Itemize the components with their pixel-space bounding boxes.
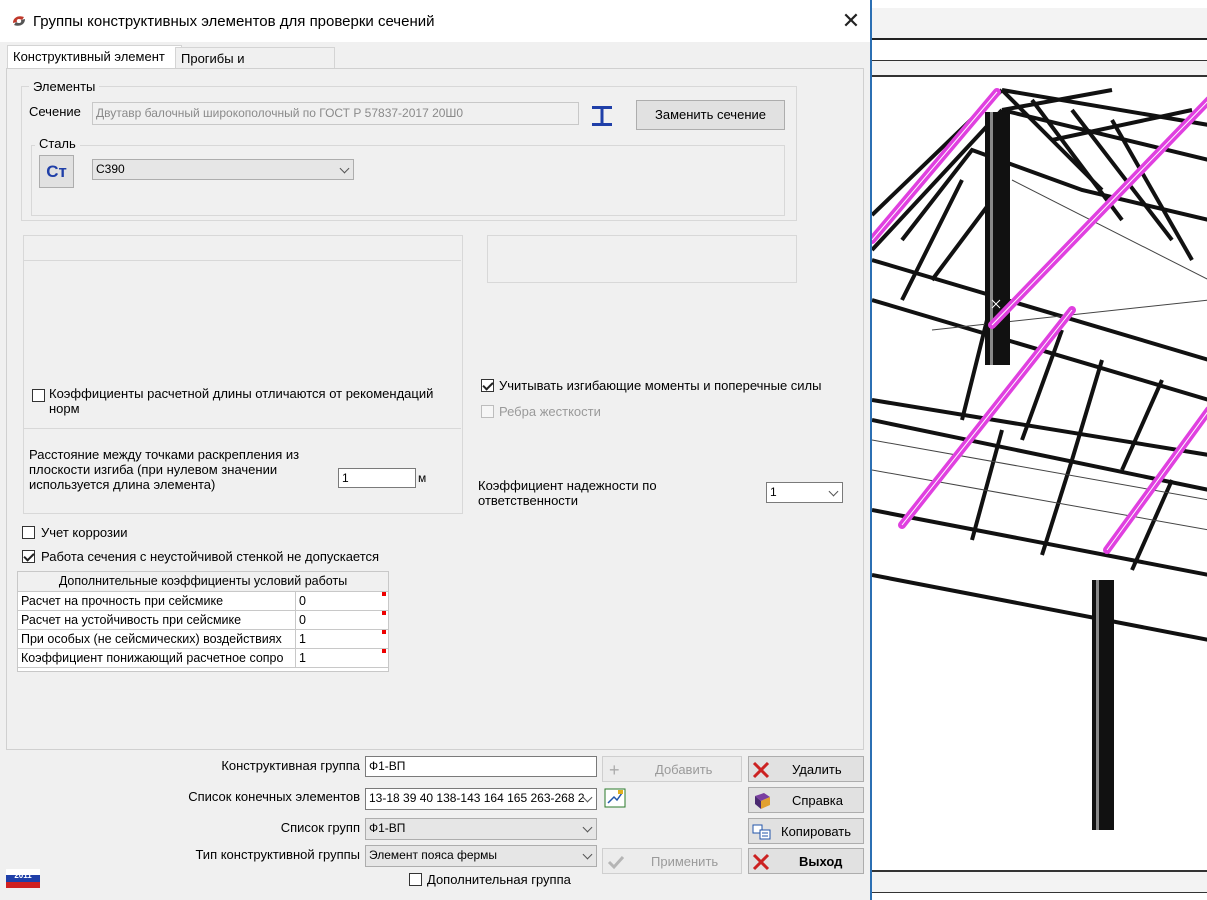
help-button[interactable]: Справка (748, 787, 864, 813)
fe-list-value: 13-18 39 40 138-143 164 165 263-268 2 (369, 791, 585, 805)
additional-group-checkbox[interactable] (409, 873, 422, 886)
type-value: Элемент пояса фермы (369, 848, 498, 862)
truss-model-graphic (872, 88, 1207, 830)
right-top-panel (487, 235, 797, 283)
tab-structural-element[interactable]: Конструктивный элемент (7, 45, 182, 69)
reliability-value: 1 (770, 485, 777, 499)
moments-checkbox[interactable] (481, 379, 494, 392)
chevron-down-icon (339, 163, 350, 174)
delete-button[interactable]: Удалить (748, 756, 864, 782)
coef-row-value[interactable]: 1 (296, 649, 388, 668)
section-field: Двутавр балочный широкополочный по ГОСТ … (92, 102, 579, 125)
exit-button[interactable]: Выход (748, 848, 864, 874)
delete-button-label: Удалить (792, 762, 842, 777)
distance-label: Расстояние между точками раскрепления из… (29, 447, 300, 492)
coef-row-name: Коэффициент понижающий расчетное сопро (18, 649, 296, 668)
steel-group (31, 145, 785, 216)
check-icon (607, 855, 625, 870)
steel-value: С390 (96, 162, 125, 176)
groups-list-combo[interactable]: Ф1-ВП (365, 818, 597, 840)
elements-legend: Элементы (29, 79, 100, 94)
stiffeners-checkbox (481, 405, 494, 418)
apply-button-label: Применить (651, 854, 719, 869)
apply-button: Применить (602, 848, 742, 874)
coef-table: Дополнительные коэффициенты условий рабо… (17, 571, 389, 672)
steel-legend: Сталь (35, 136, 80, 151)
coef-row-name: Расчет на прочность при сейсмике (18, 592, 296, 611)
corrosion-label: Учет коррозии (41, 525, 128, 540)
moments-label: Учитывать изгибающие моменты и поперечны… (499, 378, 822, 393)
edit-marker (382, 630, 386, 634)
title-bar: Группы конструктивных элементов для пров… (0, 0, 870, 42)
unstable-web-checkbox[interactable] (22, 550, 35, 563)
app-logo-icon (13, 16, 25, 26)
tab-deflections[interactable]: Прогибы и перемещения (175, 47, 335, 87)
window-title: Группы конструктивных элементов для пров… (33, 13, 435, 30)
tab-panel: Элементы Сечение Двутавр балочный широко… (6, 68, 864, 750)
steel-select-button[interactable]: Ст (39, 155, 74, 188)
help-button-label: Справка (792, 793, 843, 808)
calc-length-label: Коэффициенты расчетной длины отличаются … (49, 386, 434, 416)
section-label: Сечение (29, 104, 81, 119)
edit-marker (382, 592, 386, 596)
delete-x-icon (752, 761, 770, 779)
distance-input[interactable]: 1 (338, 468, 416, 488)
dialog-window: Группы конструктивных элементов для пров… (0, 0, 870, 900)
copy-button-label: Копировать (781, 824, 851, 839)
coef-table-header: Дополнительные коэффициенты условий рабо… (18, 572, 388, 592)
add-button-label: Добавить (655, 762, 713, 777)
chevron-down-icon (828, 486, 839, 497)
stiffeners-label: Ребра жесткости (499, 404, 601, 419)
fe-list-label: Список конечных элементов (188, 789, 360, 804)
edit-marker (382, 649, 386, 653)
coef-row-name: При особых (не сейсмических) воздействия… (18, 630, 296, 649)
groups-list-label: Список групп (280, 820, 360, 835)
chevron-down-icon (582, 822, 593, 833)
unstable-web-label: Работа сечения с неустойчивой стенкой не… (41, 549, 380, 564)
exit-x-icon (752, 853, 770, 871)
coef-row-value[interactable]: 1 (296, 630, 388, 649)
model-viewport[interactable] (870, 0, 1207, 900)
coef-row-name: Расчет на устойчивость при сейсмике (18, 611, 296, 630)
edit-marker (382, 611, 386, 615)
additional-group-label: Дополнительная группа (427, 872, 571, 887)
copy-button[interactable]: Копировать (748, 818, 864, 844)
group-label: Конструктивная группа (221, 758, 360, 773)
type-combo[interactable]: Элемент пояса фермы (365, 845, 597, 867)
version-text: 2011 (14, 871, 32, 880)
fe-list-combo[interactable]: 13-18 39 40 138-143 164 165 263-268 2 (365, 788, 597, 810)
add-button: + Добавить (602, 756, 742, 782)
steel-combo[interactable]: С390 (92, 159, 354, 180)
select-elements-icon[interactable] (604, 788, 626, 808)
viewport-status-strip (872, 870, 1207, 893)
chevron-down-icon (582, 849, 593, 860)
reliability-label: Коэффициент надежности по ответственност… (478, 478, 657, 508)
calc-length-checkbox[interactable] (32, 389, 45, 402)
plus-icon: + (609, 760, 620, 780)
distance-unit: м (418, 471, 427, 485)
reliability-combo[interactable]: 1 (766, 482, 843, 503)
group-input[interactable]: Ф1-ВП (365, 756, 597, 777)
help-book-icon (755, 793, 770, 809)
version-badge: 2011 (6, 869, 40, 888)
corrosion-checkbox[interactable] (22, 526, 35, 539)
type-label: Тип конструктивной группы (195, 847, 360, 862)
replace-section-button[interactable]: Заменить сечение (636, 100, 785, 130)
groups-list-value: Ф1-ВП (369, 821, 406, 835)
i-beam-icon (592, 106, 612, 126)
coef-row-value[interactable]: 0 (296, 611, 388, 630)
coef-row-value[interactable]: 0 (296, 592, 388, 611)
left-panel-divider-2 (23, 428, 461, 429)
close-icon[interactable]: ✕ (840, 9, 862, 33)
copy-icon (752, 824, 771, 840)
exit-button-label: Выход (799, 854, 843, 869)
left-panel-divider (23, 260, 461, 261)
